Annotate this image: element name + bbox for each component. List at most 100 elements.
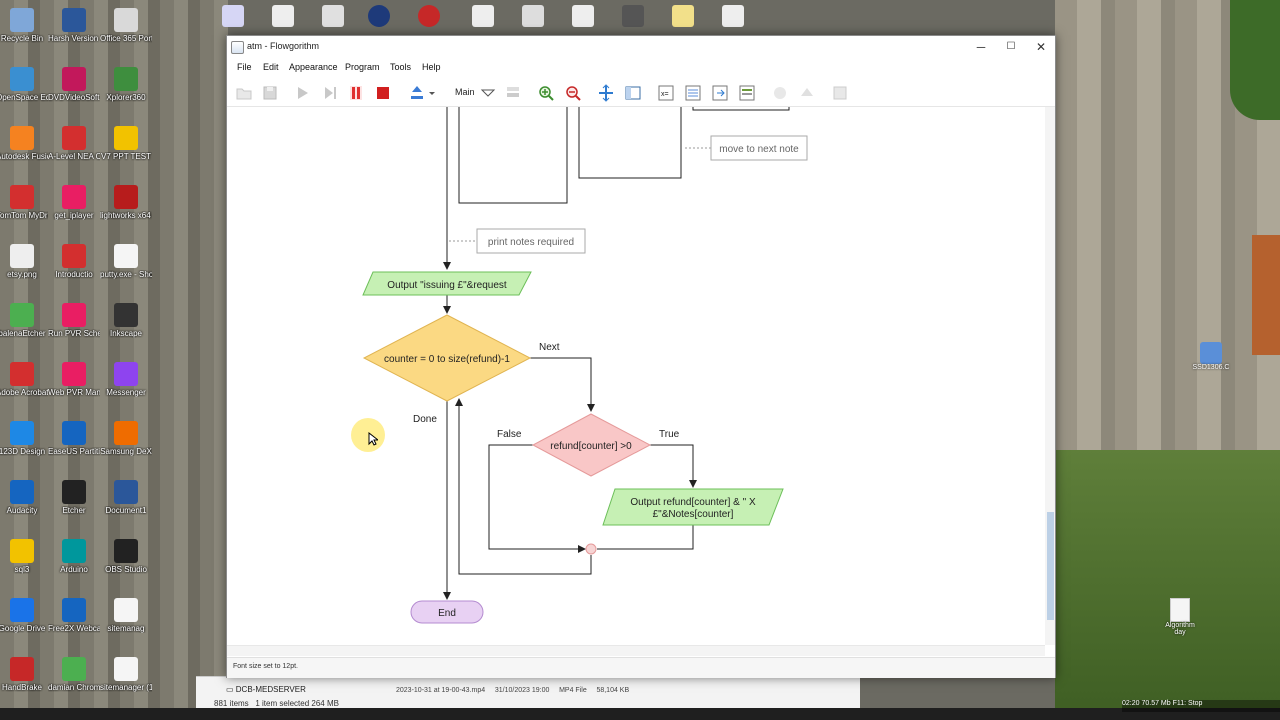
menu-appearance[interactable]: Appearance: [289, 62, 338, 72]
desktop-icon[interactable]: Run PVR Scheduler: [48, 303, 100, 338]
chevron-down-icon[interactable]: [479, 84, 497, 102]
desktop-icon[interactable]: Adobe Acrobat: [0, 362, 48, 397]
speed-dropdown-icon[interactable]: [409, 84, 437, 102]
desktop-icon[interactable]: lightworks x64 (2020.1.1): [100, 185, 152, 220]
desktop-icon[interactable]: Autodesk Fusion 360: [0, 126, 48, 161]
menu-help[interactable]: Help: [422, 62, 441, 72]
desktop-icon[interactable]: Google Drive: [0, 598, 48, 633]
pause-icon[interactable]: [347, 84, 365, 102]
desktop-icon[interactable]: sitemanag: [100, 598, 152, 633]
desktop-file-icon[interactable]: [722, 5, 744, 27]
menu-program[interactable]: Program: [345, 62, 380, 72]
source-code-icon[interactable]: [738, 84, 756, 102]
desktop-icon[interactable]: Arduino: [48, 539, 100, 574]
flowchart-diagram[interactable]: move to next note print notes required O…: [227, 107, 1045, 645]
desktop-icon[interactable]: Audacity: [0, 480, 48, 515]
zoom-in-icon[interactable]: [537, 84, 555, 102]
desktop-icon[interactable]: 123D Design: [0, 421, 48, 456]
desktop-icon[interactable]: Document1: [100, 480, 152, 515]
desktop-icon[interactable]: putty.exe - Shortcut: [100, 244, 152, 279]
desktop-icon[interactable]: Introductio: [48, 244, 100, 279]
flowchart-icon[interactable]: [831, 84, 849, 102]
desktop-file-icon[interactable]: [272, 5, 294, 27]
desktop-icon[interactable]: DVDVideoSoft Free Studio: [48, 67, 100, 102]
app-icon[interactable]: [418, 5, 440, 27]
vertical-scrollbar[interactable]: [1045, 107, 1055, 645]
horizontal-scrollbar[interactable]: [227, 645, 1045, 656]
desktop-icon[interactable]: Free2X Webca: [48, 598, 100, 633]
desktop-icon[interactable]: Xplorer360: [100, 67, 152, 102]
vertical-scroll-thumb[interactable]: [1047, 512, 1054, 620]
open-folder-icon[interactable]: [235, 84, 253, 102]
if-shape[interactable]: refund[counter] >0: [531, 413, 652, 477]
menu-tools[interactable]: Tools: [390, 62, 411, 72]
comment-print-notes-required[interactable]: print notes required: [449, 228, 586, 254]
desktop-icon[interactable]: A-Level NEA Coversheet: [48, 126, 100, 161]
title-bar[interactable]: atm - Flowgorithm ─ ☐ ✕: [227, 36, 1055, 58]
close-button[interactable]: ✕: [1027, 38, 1055, 56]
desktop-icon-label: etsy.png: [7, 270, 37, 279]
desktop-icon[interactable]: sitemanager (1).xml: [100, 657, 152, 692]
desktop-icon[interactable]: EaseUS Partition: [48, 421, 100, 456]
desktop-icon-label: Web PVR Manager: [48, 388, 100, 397]
desktop-icon[interactable]: Recycle Bin: [0, 8, 48, 43]
desktop-icon[interactable]: OpenSpace Editor: [0, 67, 48, 102]
desktop-icon-ssd1306[interactable]: SSD1306.C: [1186, 342, 1236, 371]
app-icon[interactable]: [622, 5, 644, 27]
output-shape-refund[interactable]: Output refund[counter] & " X £"&Notes[co…: [602, 488, 784, 526]
desktop-icon[interactable]: Harsh Version - Sh: [48, 8, 100, 43]
for-loop-shape[interactable]: counter = 0 to size(refund)-1: [362, 314, 532, 402]
comment-move-to-next-note[interactable]: move to next note: [685, 135, 808, 161]
console-icon[interactable]: [684, 84, 702, 102]
desktop-icon[interactable]: V7 PPT TEST: [100, 126, 152, 161]
fit-view-icon[interactable]: [597, 84, 615, 102]
export-icon[interactable]: [711, 84, 729, 102]
desktop-file-icon[interactable]: [322, 5, 344, 27]
desktop-icon[interactable]: Inkscape: [100, 303, 152, 338]
lightworks-icon: [114, 185, 138, 209]
desktop-icon[interactable]: damian Chrome: [48, 657, 100, 692]
desktop-icon[interactable]: etsy.png: [0, 244, 48, 279]
maximize-button[interactable]: ☐: [997, 38, 1025, 56]
variables-icon[interactable]: x=: [657, 84, 675, 102]
vr-app-icon[interactable]: [368, 5, 390, 27]
minimize-button[interactable]: ─: [967, 38, 995, 56]
flowchart-canvas[interactable]: move to next note print notes required O…: [227, 107, 1045, 645]
step-icon[interactable]: [321, 84, 339, 102]
webcam-icon: [62, 598, 86, 622]
desktop-file-icon[interactable]: [472, 5, 494, 27]
menu-file[interactable]: File: [237, 62, 252, 72]
desktop-icon[interactable]: OBS Studio: [100, 539, 152, 574]
layers-icon[interactable]: [504, 84, 522, 102]
turtle-icon[interactable]: [798, 84, 816, 102]
menu-edit[interactable]: Edit: [263, 62, 279, 72]
chart-icon[interactable]: [771, 84, 789, 102]
layout-icon[interactable]: [624, 84, 642, 102]
desktop-file-icon[interactable]: [572, 5, 594, 27]
desktop-file-icon[interactable]: [672, 5, 694, 27]
run-icon[interactable]: [293, 84, 311, 102]
desktop-icon[interactable]: balenaEtcher: [0, 303, 48, 338]
desktop-icon[interactable]: get_iplayer: [48, 185, 100, 220]
explorer-nav-item[interactable]: ▭ DCB-MEDSERVER: [226, 685, 306, 694]
desktop-icon[interactable]: TomTom MyDri: [0, 185, 48, 220]
explorer-file-row[interactable]: 2023-10-31 at 19-00-43.mp4 31/10/2023 19…: [396, 687, 629, 694]
desktop-icon[interactable]: Office 365 Portal: [100, 8, 152, 43]
stop-icon[interactable]: [374, 84, 392, 102]
save-icon[interactable]: [261, 84, 279, 102]
desktop-icon[interactable]: Etcher: [48, 480, 100, 515]
desktop-icon[interactable]: HandBrake: [0, 657, 48, 692]
zoom-out-icon[interactable]: [564, 84, 582, 102]
obs-icon: [114, 539, 138, 563]
desktop-icon-algorithm-day[interactable]: Algorithm day: [1160, 598, 1200, 636]
desktop-icon[interactable]: Web PVR Manager: [48, 362, 100, 397]
desktop-icon[interactable]: sql3: [0, 539, 48, 574]
function-selector[interactable]: Main: [455, 87, 475, 97]
desktop-file-icon[interactable]: [522, 5, 544, 27]
openspace-icon: [10, 67, 34, 91]
desktop-icon[interactable]: Samsung DeX: [100, 421, 152, 456]
end-terminal[interactable]: End: [410, 600, 484, 624]
output-shape-issuing[interactable]: Output "issuing £"&request: [362, 271, 532, 296]
desktop-icon[interactable]: Messenger: [100, 362, 152, 397]
etcher-icon: [62, 480, 86, 504]
